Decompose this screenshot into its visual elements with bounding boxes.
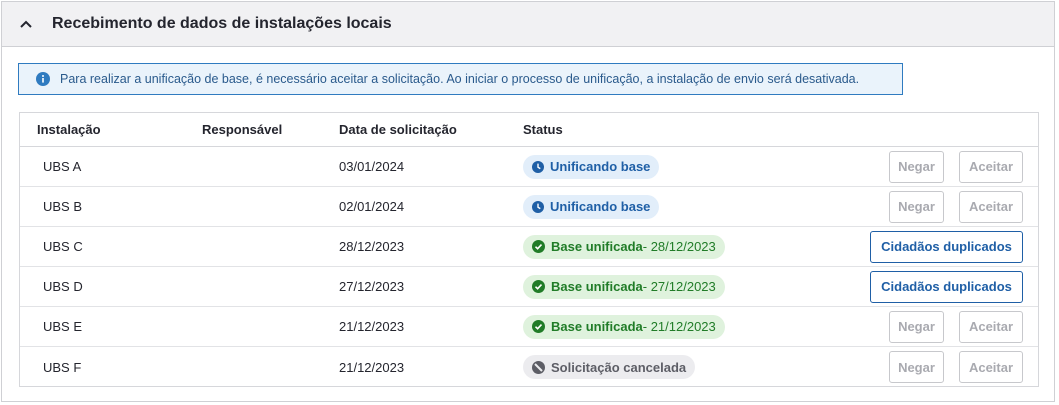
accept-button[interactable]: Aceitar bbox=[959, 150, 1023, 183]
cell-request-date: 03/01/2024 bbox=[339, 159, 405, 174]
cell-installation: UBS D bbox=[43, 279, 83, 294]
header-responsible: Responsável bbox=[202, 122, 283, 137]
deny-button[interactable]: Negar bbox=[889, 310, 944, 343]
check-circle-icon bbox=[532, 320, 545, 333]
status-date: - 21/12/2023 bbox=[642, 319, 716, 334]
status-label: Solicitação cancelada bbox=[551, 359, 687, 375]
status-badge: Base unificada - 27/12/2023 bbox=[523, 274, 725, 299]
table-header: Instalação Responsável Data de solicitaç… bbox=[20, 113, 1038, 147]
status-badge: Base unificada - 21/12/2023 bbox=[523, 314, 725, 339]
duplicated-citizens-button[interactable]: Cidadãos duplicados bbox=[870, 230, 1023, 263]
row-actions: Negar Aceitar bbox=[889, 190, 1023, 223]
cell-installation: UBS A bbox=[43, 159, 82, 174]
status-date: - 28/12/2023 bbox=[642, 239, 716, 254]
header-status: Status bbox=[523, 122, 563, 137]
alert-message: Para realizar a unificação de base, é ne… bbox=[60, 72, 860, 86]
clock-icon bbox=[532, 160, 544, 173]
status-badge: Unificando base bbox=[523, 194, 660, 219]
cell-status: Base unificada - 21/12/2023 bbox=[523, 314, 725, 339]
info-icon bbox=[36, 72, 50, 86]
table-row: UBS F 21/12/2023 Solicitação cancelada N… bbox=[20, 347, 1038, 387]
header-installation: Instalação bbox=[37, 122, 101, 137]
status-badge: Base unificada - 28/12/2023 bbox=[523, 234, 725, 259]
table-row: UBS E 21/12/2023 Base unificada - 21/12/… bbox=[20, 307, 1038, 347]
deny-button[interactable]: Negar bbox=[889, 351, 944, 383]
cell-installation: UBS E bbox=[43, 319, 83, 334]
row-actions: Cidadãos duplicados bbox=[870, 270, 1023, 303]
cell-status: Solicitação cancelada bbox=[523, 355, 696, 379]
header-request-date: Data de solicitação bbox=[339, 122, 457, 137]
status-label: Base unificada bbox=[551, 239, 643, 254]
status-label: Base unificada bbox=[551, 279, 643, 294]
requests-table: Instalação Responsável Data de solicitaç… bbox=[19, 112, 1039, 387]
info-alert: Para realizar a unificação de base, é ne… bbox=[18, 63, 903, 95]
row-actions: Negar Aceitar bbox=[889, 351, 1023, 383]
cell-request-date: 27/12/2023 bbox=[339, 279, 405, 294]
accept-button[interactable]: Aceitar bbox=[959, 310, 1023, 343]
cell-status: Unificando base bbox=[523, 194, 660, 219]
table-row: UBS A 03/01/2024 Unificando base Negar A… bbox=[20, 147, 1038, 187]
cell-installation: UBS F bbox=[43, 359, 82, 375]
status-badge: Solicitação cancelada bbox=[523, 355, 696, 379]
accept-button[interactable]: Aceitar bbox=[959, 190, 1023, 223]
status-label: Unificando base bbox=[550, 199, 651, 214]
cell-request-date: 21/12/2023 bbox=[339, 359, 405, 375]
clock-icon bbox=[532, 200, 544, 213]
status-label: Base unificada bbox=[551, 319, 643, 334]
cell-request-date: 02/01/2024 bbox=[339, 199, 405, 214]
duplicated-citizens-button[interactable]: Cidadãos duplicados bbox=[870, 270, 1023, 303]
ban-icon bbox=[532, 360, 545, 374]
row-actions: Cidadãos duplicados bbox=[870, 230, 1023, 263]
panel-title: Recebimento de dados de instalações loca… bbox=[52, 15, 392, 32]
row-actions: Negar Aceitar bbox=[889, 150, 1023, 183]
check-circle-icon bbox=[532, 280, 545, 293]
cell-installation: UBS C bbox=[43, 239, 83, 254]
check-circle-icon bbox=[532, 240, 545, 253]
table-body: UBS A 03/01/2024 Unificando base Negar A… bbox=[20, 147, 1038, 387]
row-actions: Negar Aceitar bbox=[889, 310, 1023, 343]
table-row: UBS B 02/01/2024 Unificando base Negar A… bbox=[20, 187, 1038, 227]
status-date: - 27/12/2023 bbox=[642, 279, 716, 294]
status-badge: Unificando base bbox=[523, 154, 660, 179]
accept-button[interactable]: Aceitar bbox=[959, 351, 1023, 383]
cell-installation: UBS B bbox=[43, 199, 83, 214]
cell-request-date: 28/12/2023 bbox=[339, 239, 405, 254]
data-reception-panel: Recebimento de dados de instalações loca… bbox=[1, 1, 1055, 402]
table-row: UBS D 27/12/2023 Base unificada - 27/12/… bbox=[20, 267, 1038, 307]
cell-request-date: 21/12/2023 bbox=[339, 319, 405, 334]
deny-button[interactable]: Negar bbox=[889, 190, 944, 223]
cell-status: Unificando base bbox=[523, 154, 660, 179]
panel-header[interactable]: Recebimento de dados de instalações loca… bbox=[2, 2, 1054, 47]
table-row: UBS C 28/12/2023 Base unificada - 28/12/… bbox=[20, 227, 1038, 267]
chevron-up-icon[interactable] bbox=[18, 16, 34, 32]
cell-status: Base unificada - 28/12/2023 bbox=[523, 234, 725, 259]
status-label: Unificando base bbox=[550, 159, 651, 174]
cell-status: Base unificada - 27/12/2023 bbox=[523, 274, 725, 299]
deny-button[interactable]: Negar bbox=[889, 150, 944, 183]
